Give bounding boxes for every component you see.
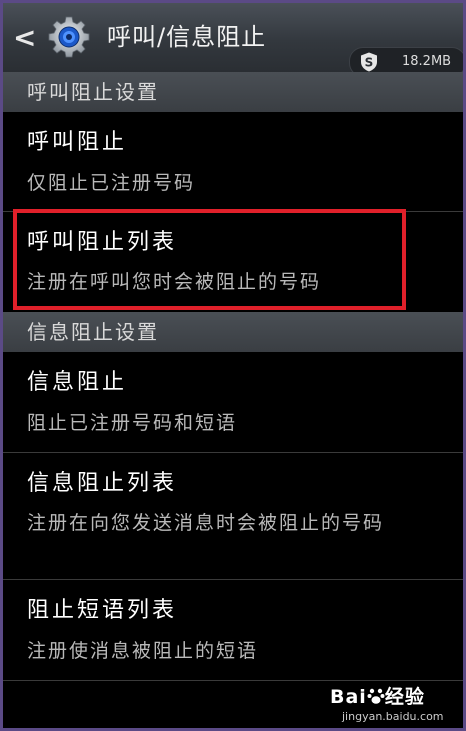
memory-usage-text: 18.2MB	[402, 54, 452, 69]
list-item-phrase-block-list[interactable]: 阻止短语列表 注册使消息被阻止的短语	[3, 580, 463, 680]
list-item-subtitle: 仅阻止已注册号码	[27, 172, 196, 194]
section-header-message-block: 信息阻止设置	[3, 312, 463, 352]
back-button[interactable]: <	[13, 23, 39, 53]
list-item-title: 呼叫阻止	[27, 130, 128, 155]
list-item-subtitle: 注册使消息被阻止的短语	[27, 640, 259, 662]
memory-badge-letter: S	[365, 56, 374, 70]
list-item-subtitle: 注册在向您发送消息时会被阻止的号码	[27, 512, 385, 534]
chevron-left-icon: <	[13, 21, 37, 54]
list-item-title: 阻止短语列表	[27, 598, 178, 623]
list-item-call-block-list[interactable]: 呼叫阻止列表 注册在呼叫您时会被阻止的号码	[3, 212, 463, 312]
page-title: 呼叫/信息阻止	[107, 23, 267, 51]
gear-icon[interactable]	[47, 15, 91, 59]
list-item-title: 信息阻止列表	[27, 471, 178, 496]
divider	[3, 680, 463, 681]
action-bar: < 呼叫/信息阻止 S 18.2MB	[3, 3, 466, 77]
paw-icon	[367, 688, 385, 704]
watermark-url: jingyan.baidu.com	[342, 710, 444, 723]
list-item-subtitle: 注册在呼叫您时会被阻止的号码	[27, 271, 322, 293]
list-item-message-block-list[interactable]: 信息阻止列表 注册在向您发送消息时会被阻止的号码	[3, 453, 463, 579]
list-item-call-block[interactable]: 呼叫阻止 仅阻止已注册号码	[3, 112, 463, 211]
list-item-title: 信息阻止	[27, 370, 128, 395]
section-header-call-block: 呼叫阻止设置	[3, 72, 463, 112]
list-item-title: 呼叫阻止列表	[27, 230, 178, 255]
watermark-brand: Bai 经验	[330, 686, 425, 708]
shield-s-icon: S	[361, 52, 377, 72]
baidu-watermark: Bai 经验 jingyan.baidu.com	[330, 682, 460, 728]
list-item-message-block[interactable]: 信息阻止 阻止已注册号码和短语	[3, 352, 463, 452]
list-item-subtitle: 阻止已注册号码和短语	[27, 412, 238, 434]
